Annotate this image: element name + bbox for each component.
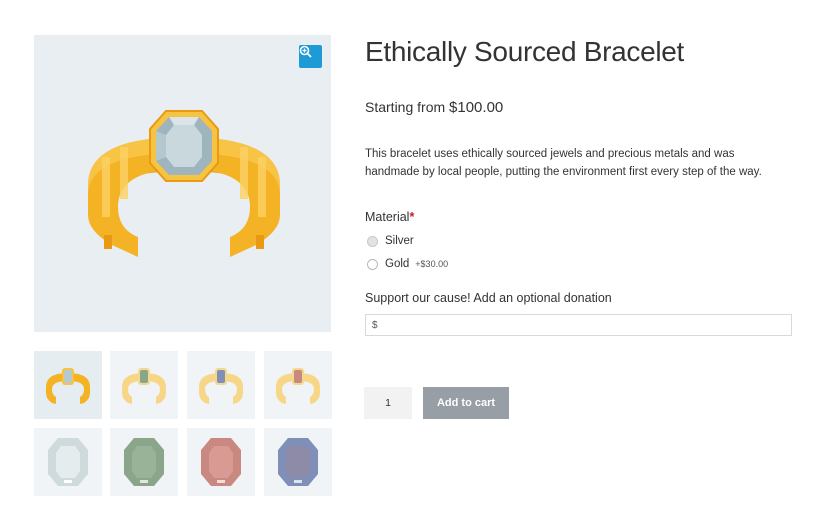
bracelet-thumbnail-image	[276, 368, 320, 404]
gem-thumbnail-image	[201, 438, 241, 486]
bracelet-thumbnail-image	[199, 368, 243, 404]
product-title: Ethically Sourced Bracelet	[365, 36, 685, 67]
bracelet-illustration	[88, 110, 280, 257]
thumbnail-gem-silver[interactable]	[34, 428, 102, 496]
material-label: Material*	[365, 210, 415, 224]
gem-thumbnail-image	[278, 438, 318, 486]
material-option-gold[interactable]: Gold +$30.00	[367, 258, 448, 270]
zoom-in-icon	[299, 45, 312, 58]
radio-silver[interactable]	[367, 235, 378, 247]
thumbnail-gem-red[interactable]	[187, 428, 255, 496]
donation-input[interactable]: $	[365, 314, 792, 336]
product-price: Starting from $100.00	[365, 99, 503, 116]
thumbnail-bracelet-blue[interactable]	[187, 351, 255, 419]
thumbnail-bracelet-silver[interactable]	[34, 351, 102, 419]
thumbnail-bracelet-red[interactable]	[264, 351, 332, 419]
product-description: This bracelet uses ethically sourced jew…	[365, 148, 762, 178]
zoom-button[interactable]	[299, 45, 322, 68]
currency-prefix: $	[372, 319, 378, 331]
required-marker: *	[409, 210, 415, 224]
thumbnail-bracelet-green[interactable]	[110, 351, 178, 419]
material-option-silver[interactable]: Silver	[367, 235, 414, 247]
donation-label: Support our cause! Add an optional donat…	[365, 291, 612, 305]
price-prefix: Starting from	[365, 99, 446, 115]
add-to-cart-button[interactable]: Add to cart	[423, 387, 509, 419]
price-amount: $100.00	[449, 99, 504, 116]
radio-gold[interactable]	[367, 258, 378, 270]
material-addon-price: +$30.00	[415, 259, 449, 269]
thumbnail-gem-green[interactable]	[110, 428, 178, 496]
quantity-value: 1	[385, 397, 391, 409]
gem-thumbnail-image	[124, 438, 164, 486]
gem-thumbnail-image	[48, 438, 88, 486]
bracelet-thumbnail-image	[46, 368, 90, 404]
quantity-input[interactable]: 1	[364, 387, 412, 419]
thumbnail-gem-blue[interactable]	[264, 428, 332, 496]
material-option-label: Gold	[385, 258, 410, 270]
bracelet-thumbnail-image	[122, 368, 166, 404]
main-product-image[interactable]	[34, 35, 331, 332]
material-option-label: Silver	[385, 235, 414, 247]
